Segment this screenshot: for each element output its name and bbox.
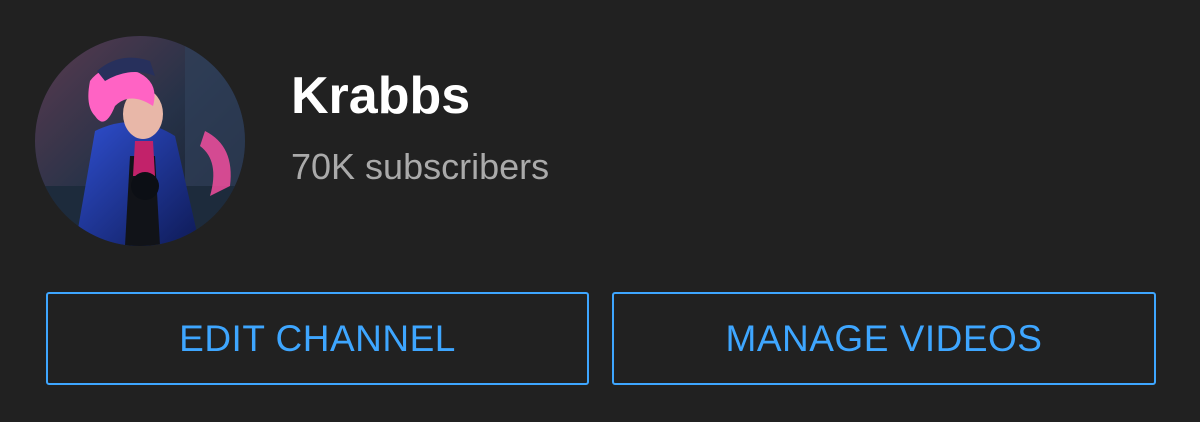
channel-name: Krabbs: [291, 67, 471, 125]
subscriber-count: 70K subscribers: [291, 146, 550, 187]
avatar-illustration: [35, 36, 245, 246]
manage-videos-button[interactable]: MANAGE VIDEOS: [612, 292, 1156, 385]
channel-avatar[interactable]: [35, 36, 245, 246]
edit-channel-button[interactable]: EDIT CHANNEL: [46, 292, 589, 385]
